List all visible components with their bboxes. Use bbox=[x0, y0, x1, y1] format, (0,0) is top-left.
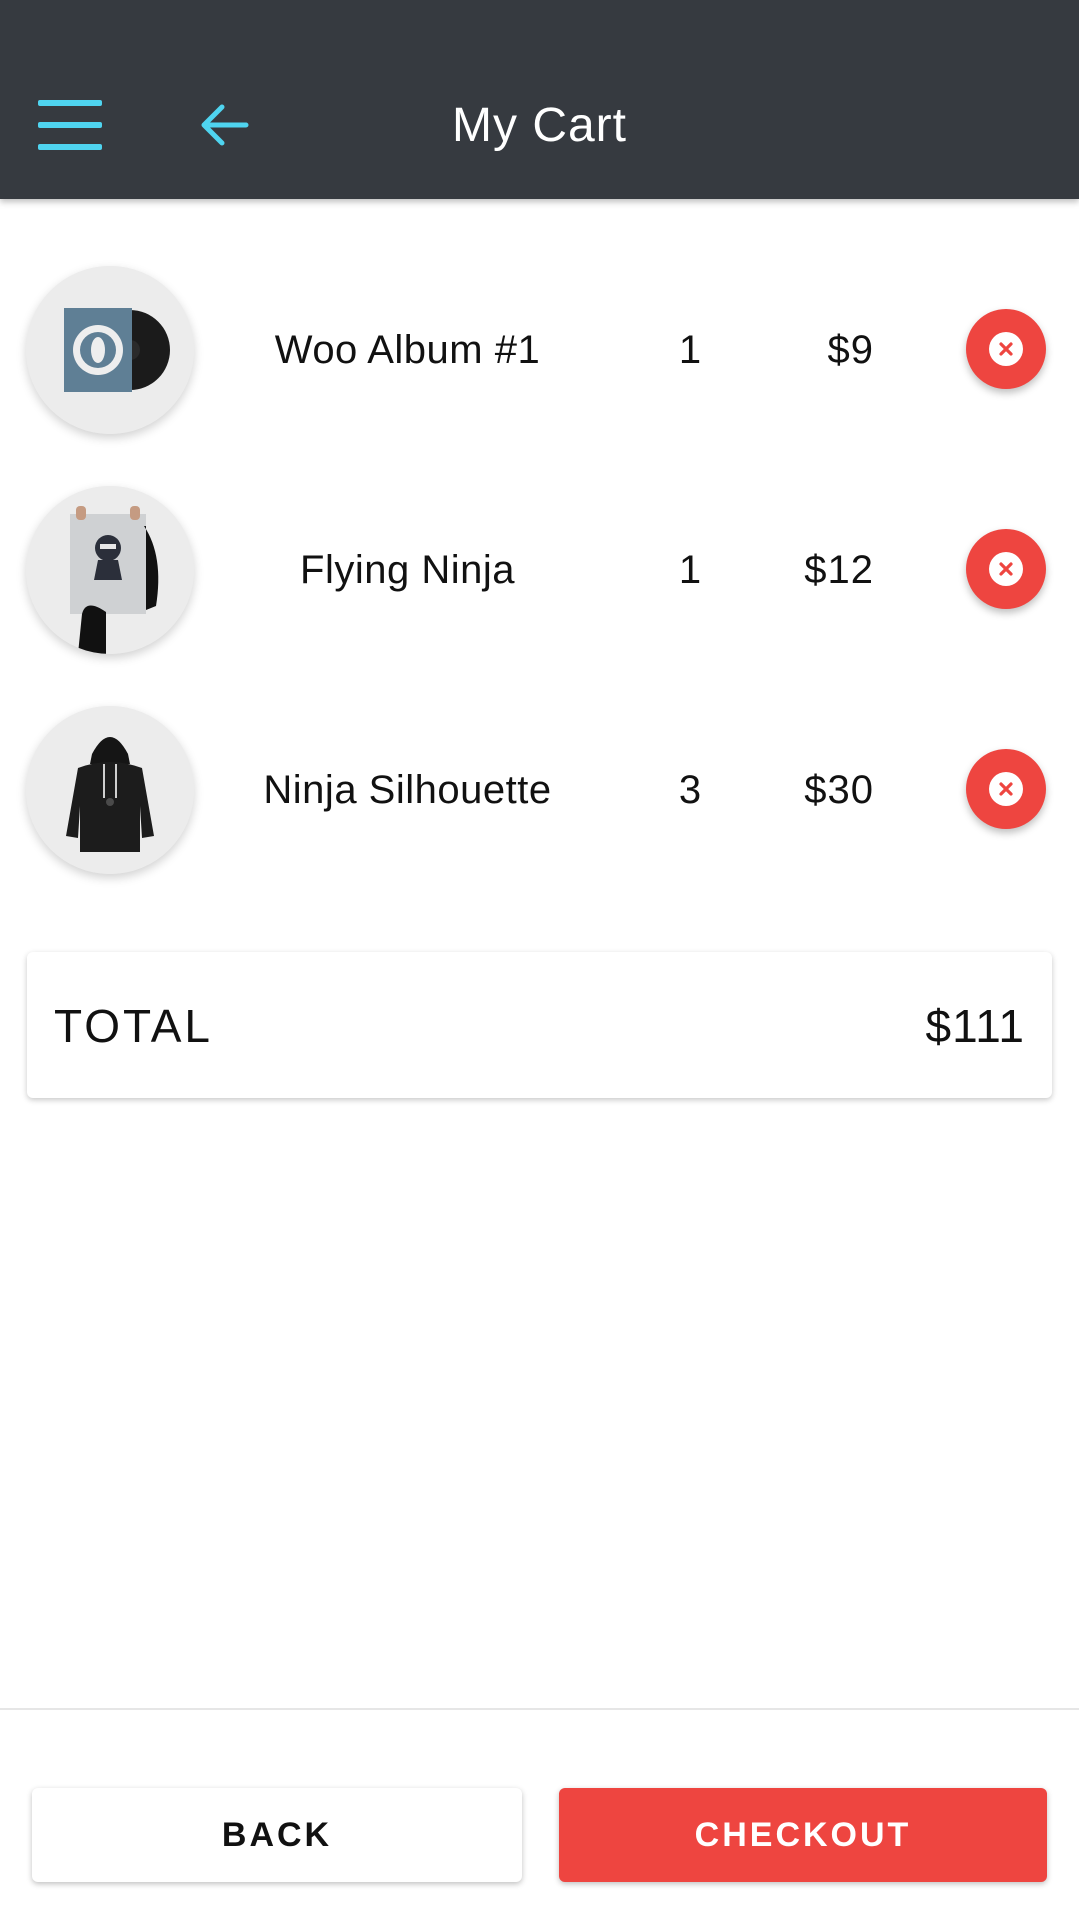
remove-item-button[interactable] bbox=[966, 529, 1046, 609]
item-name: Ninja Silhouette bbox=[263, 768, 552, 812]
close-circle-icon bbox=[989, 772, 1023, 806]
ninja-poster-image bbox=[26, 486, 194, 654]
item-name: Flying Ninja bbox=[300, 548, 515, 592]
item-quantity: 1 bbox=[678, 328, 702, 372]
item-quantity: 1 bbox=[678, 548, 702, 592]
item-price: $12 bbox=[804, 548, 874, 592]
cart-row: Woo Album #1 1 $9 bbox=[0, 240, 1079, 460]
black-hoodie-image bbox=[26, 706, 194, 874]
item-name: Woo Album #1 bbox=[274, 328, 541, 372]
item-price: $9 bbox=[827, 328, 874, 372]
vinyl-album-image bbox=[26, 266, 194, 434]
cart-row: Flying Ninja 1 $12 bbox=[0, 460, 1079, 680]
item-price: $30 bbox=[804, 768, 874, 812]
item-quantity: 3 bbox=[678, 768, 702, 812]
cart-row: Ninja Silhouette 3 $30 bbox=[0, 680, 1079, 900]
back-button[interactable]: BACK bbox=[32, 1788, 522, 1882]
cart-list: Woo Album #1 1 $9 Flying Ninja 1 $12 Nin… bbox=[0, 240, 1079, 900]
page-title: My Cart bbox=[452, 99, 627, 152]
total-value: $111 bbox=[925, 1000, 1025, 1052]
close-circle-icon bbox=[989, 332, 1023, 366]
checkout-button[interactable]: CHECKOUT bbox=[559, 1788, 1047, 1882]
close-circle-icon bbox=[989, 552, 1023, 586]
remove-item-button[interactable] bbox=[966, 749, 1046, 829]
total-label: TOTAL bbox=[54, 1000, 213, 1052]
cart-screen: My Cart Woo Album #1 1 $9 Flying Ninja 1… bbox=[0, 0, 1079, 1919]
app-header: My Cart bbox=[0, 0, 1079, 199]
total-card: TOTAL $111 bbox=[27, 952, 1052, 1098]
footer-divider bbox=[0, 1708, 1079, 1710]
remove-item-button[interactable] bbox=[966, 309, 1046, 389]
